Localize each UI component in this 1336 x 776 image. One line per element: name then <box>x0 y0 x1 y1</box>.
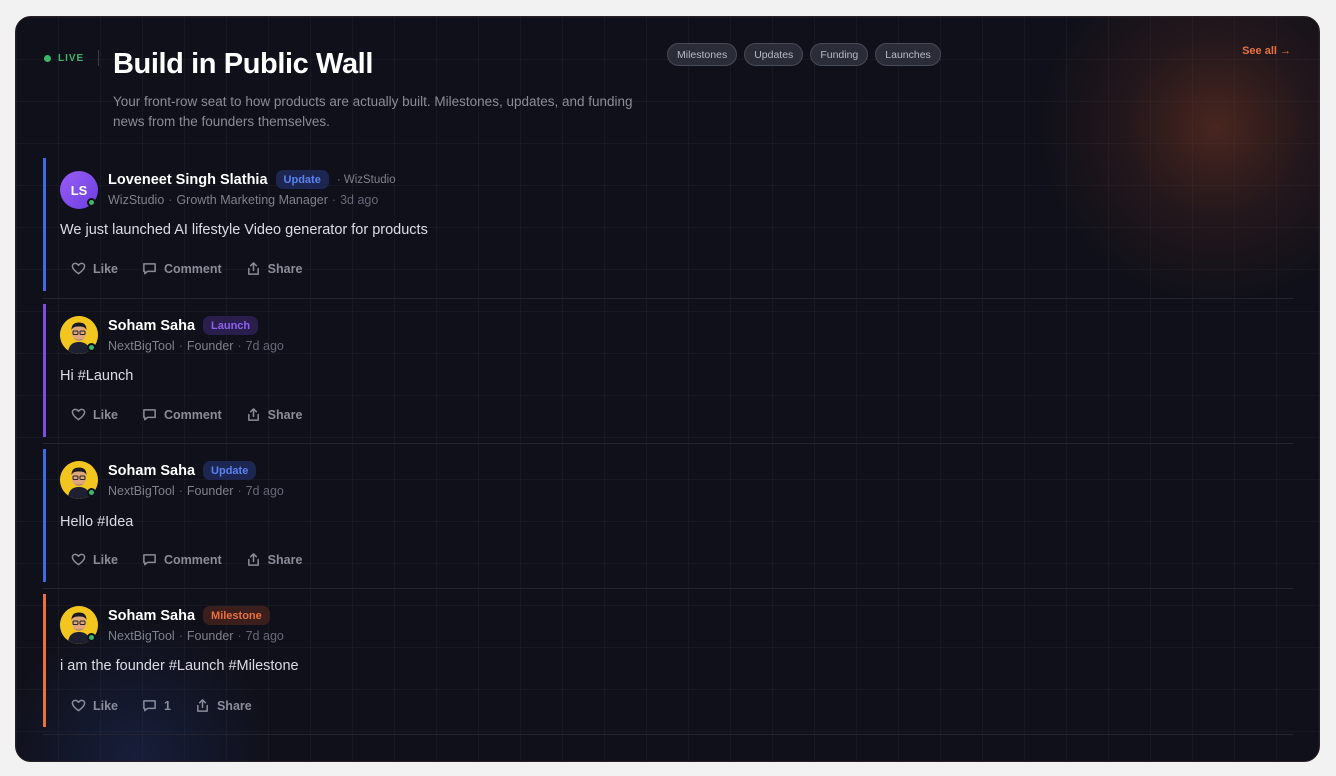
post-type-badge: Update <box>275 170 329 189</box>
post-body: Hello #Idea <box>60 514 134 530</box>
comment-label: Comment <box>164 552 222 567</box>
post-body: i am the founder #Launch #Milestone <box>60 658 299 674</box>
build-in-public-panel: LIVE Build in Public Wall Your front-row… <box>15 16 1320 762</box>
comment-icon <box>143 554 156 566</box>
like-button[interactable]: Like <box>71 698 118 713</box>
like-label: Like <box>93 698 119 713</box>
comment-button[interactable]: Comment <box>142 261 222 276</box>
live-indicator: LIVE <box>44 53 84 64</box>
see-all-link[interactable]: See all → <box>1242 45 1291 57</box>
author-meta: WizStudio · Growth Marketing Manager · 3d ag… <box>108 193 379 207</box>
like-button[interactable]: Like <box>71 261 118 276</box>
filter-chip-updates[interactable]: Updates <box>744 43 804 66</box>
author-company: NextBigTool <box>108 629 175 643</box>
author-role: Founder <box>186 339 234 353</box>
comment-icon <box>143 263 156 275</box>
heart-icon <box>71 262 86 275</box>
post-accent-bar <box>43 158 46 291</box>
share-label: Share <box>216 698 252 713</box>
online-status-icon <box>87 343 96 352</box>
post-time: 7d ago <box>245 629 284 643</box>
like-label: Like <box>93 407 119 422</box>
filter-chip-milestones[interactable]: Milestones <box>667 43 738 66</box>
share-button[interactable]: Share <box>246 552 303 567</box>
author-company: NextBigTool <box>108 484 175 498</box>
heart-icon <box>71 699 86 712</box>
page-title: Build in Public Wall <box>113 48 373 80</box>
comment-button[interactable]: Comment <box>142 552 222 567</box>
heart-icon <box>71 553 86 566</box>
comment-icon <box>143 409 156 421</box>
author-meta: NextBigTool · Founder · 7d ago <box>108 339 284 353</box>
post-type-badge: Launch <box>203 316 259 335</box>
like-label: Like <box>93 552 119 567</box>
like-button[interactable]: Like <box>71 407 118 422</box>
header-divider <box>98 50 99 66</box>
like-label: Like <box>93 261 119 276</box>
post-actions: Like Comment Share <box>71 261 302 276</box>
author-role: Growth Marketing Manager <box>176 193 328 207</box>
share-label: Share <box>267 552 303 567</box>
share-icon <box>197 699 208 712</box>
post-body: Hi #Launch <box>60 368 134 384</box>
post-time: 7d ago <box>245 484 284 498</box>
post-accent-bar <box>43 449 46 582</box>
comment-button[interactable]: Comment <box>142 407 222 422</box>
author-name[interactable]: Loveneet Singh Slathia <box>108 172 268 188</box>
page-subtitle: Your front-row seat to how products are … <box>113 94 633 129</box>
comment-button[interactable]: 1 <box>142 698 171 713</box>
post-actions: Like Comment Share <box>71 552 302 567</box>
post-divider <box>43 588 1293 589</box>
online-status-icon <box>87 633 96 642</box>
author-meta: NextBigTool · Founder · 7d ago <box>108 629 284 643</box>
post-type-badge: Update <box>203 461 257 480</box>
post-accent-bar <box>43 594 46 727</box>
author-name[interactable]: Soham Saha <box>108 463 195 479</box>
post-actions: Like 1 Share <box>71 698 252 713</box>
filter-chip-funding[interactable]: Funding <box>810 43 869 66</box>
online-status-icon <box>87 488 96 497</box>
share-icon <box>247 553 259 566</box>
author-name[interactable]: Soham Saha <box>108 318 195 334</box>
share-button[interactable]: Share <box>195 698 252 713</box>
author-company: NextBigTool <box>108 339 175 353</box>
post-type-badge: Milestone <box>203 606 270 625</box>
author-role: Founder <box>186 629 234 643</box>
share-label: Share <box>267 407 303 422</box>
share-button[interactable]: Share <box>246 407 303 422</box>
like-button[interactable]: Like <box>71 552 118 567</box>
author-role: Founder <box>186 484 234 498</box>
live-label: LIVE <box>58 53 85 64</box>
post-time: 7d ago <box>245 339 284 353</box>
share-icon <box>247 262 259 275</box>
post-body: We just launched AI lifestyle Video gene… <box>60 222 428 238</box>
heart-icon <box>71 408 86 421</box>
online-status-icon <box>87 198 96 207</box>
post-divider <box>43 298 1293 299</box>
filter-chip-launches[interactable]: Launches <box>875 43 941 66</box>
share-label: Share <box>267 261 303 276</box>
author-meta: NextBigTool · Founder · 7d ago <box>108 484 284 498</box>
author-name[interactable]: Soham Saha <box>108 608 195 624</box>
share-button[interactable]: Share <box>246 261 303 276</box>
post-divider <box>43 443 1293 444</box>
comment-label: Comment <box>164 261 222 276</box>
author-company: WizStudio <box>108 193 165 207</box>
comment-count: 1 <box>164 698 171 713</box>
post-time: 3d ago <box>340 193 379 207</box>
post-accent-bar <box>43 304 46 437</box>
author-org: · WizStudio <box>336 173 396 186</box>
share-icon <box>247 408 259 421</box>
post-actions: Like Comment Share <box>71 407 302 422</box>
comment-label: Comment <box>164 407 222 422</box>
live-dot-icon <box>44 55 51 62</box>
comment-icon <box>143 700 156 712</box>
filter-chips: Milestones Updates Funding Launches <box>667 43 941 66</box>
post-divider <box>43 734 1293 735</box>
